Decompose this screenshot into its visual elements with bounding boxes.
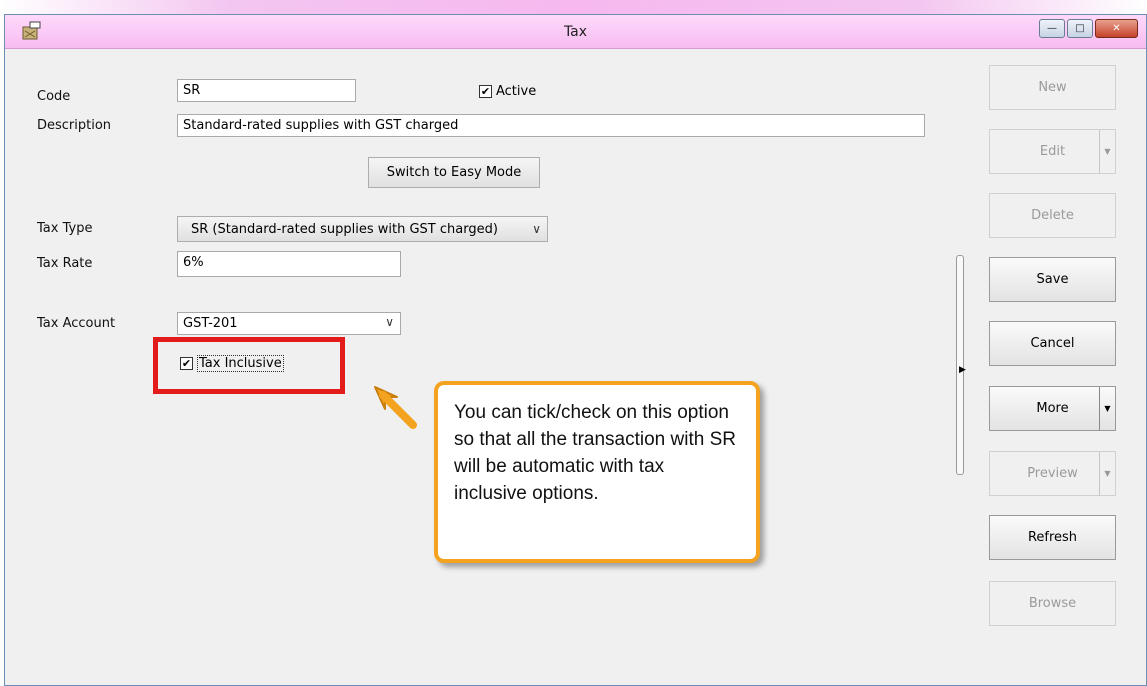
window-title: Tax [563, 24, 588, 40]
new-button[interactable]: New [989, 65, 1116, 110]
active-label: Active [496, 84, 537, 99]
tax-account-label: Tax Account [37, 316, 116, 331]
tax-window: Tax — □ ✕ Code SR ✔ Active Description S… [4, 14, 1147, 686]
close-button[interactable]: ✕ [1095, 19, 1138, 38]
tax-rate-label: Tax Rate [37, 256, 93, 271]
refresh-button[interactable]: Refresh [989, 515, 1116, 560]
description-field[interactable]: Standard-rated supplies with GST charged [177, 114, 925, 137]
tax-type-select[interactable]: SR (Standard-rated supplies with GST cha… [177, 216, 548, 242]
switch-easy-mode-button[interactable]: Switch to Easy Mode [368, 157, 540, 188]
tax-rate-field[interactable]: 6% [177, 251, 401, 277]
tax-type-value: SR (Standard-rated supplies with GST cha… [191, 221, 498, 237]
save-button[interactable]: Save [989, 257, 1116, 302]
more-label: More [1036, 401, 1069, 416]
more-button[interactable]: More ▼ [989, 386, 1116, 431]
code-label: Code [37, 89, 71, 104]
edit-label: Edit [1039, 144, 1066, 159]
dropdown-arrow-icon[interactable]: ▼ [1099, 387, 1115, 430]
title-bar: Tax — □ ✕ [5, 15, 1146, 49]
browse-button[interactable]: Browse [989, 581, 1116, 626]
code-field[interactable]: SR [177, 79, 356, 102]
preview-button[interactable]: Preview ▼ [989, 451, 1116, 496]
dropdown-arrow-icon[interactable]: ▼ [1099, 130, 1115, 173]
callout-arrow-icon [374, 386, 417, 429]
tax-account-value: GST-201 [183, 316, 238, 331]
edit-button[interactable]: Edit ▼ [989, 129, 1116, 174]
maximize-button[interactable]: □ [1067, 19, 1093, 38]
dropdown-arrow-icon[interactable]: ▼ [1099, 452, 1115, 495]
description-label: Description [37, 118, 112, 133]
minimize-button[interactable]: — [1039, 19, 1065, 38]
tax-inclusive-highlight-box [153, 337, 345, 394]
chevron-right-icon[interactable]: ▶ [959, 365, 966, 375]
active-checkbox[interactable]: ✔ Active [479, 84, 536, 99]
tooltip-callout: You can tick/check on this option so tha… [434, 381, 760, 563]
callout-text: You can tick/check on this option so tha… [454, 402, 736, 504]
preview-label: Preview [1027, 466, 1078, 481]
top-strip [0, 0, 1147, 14]
chevron-down-icon: ∨ [385, 315, 394, 329]
checkmark-icon: ✔ [479, 85, 492, 98]
cancel-button[interactable]: Cancel [989, 321, 1116, 366]
chevron-down-icon: ∨ [532, 222, 541, 236]
tax-account-select[interactable]: GST-201 ∨ [177, 312, 401, 335]
tax-type-label: Tax Type [37, 221, 93, 236]
delete-button[interactable]: Delete [989, 193, 1116, 238]
